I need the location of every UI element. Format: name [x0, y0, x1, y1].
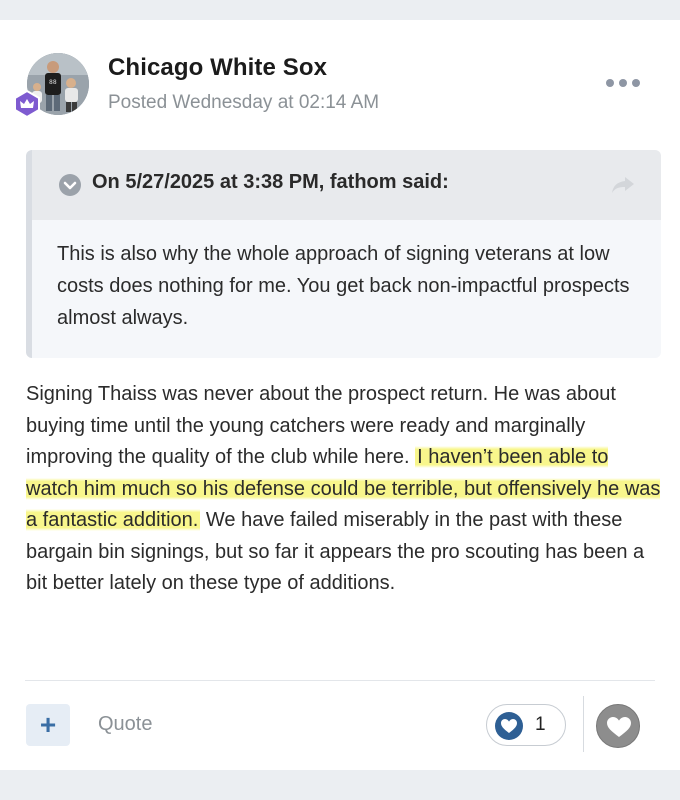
quote-block: On 5/27/2025 at 3:38 PM, fathom said: Th… — [26, 150, 661, 358]
svg-text:88: 88 — [49, 79, 57, 86]
more-options-icon[interactable] — [606, 75, 640, 91]
multiquote-add-button[interactable]: + — [26, 704, 70, 746]
reaction-summary[interactable]: 1 — [486, 704, 566, 746]
post-timestamp[interactable]: Posted Wednesday at 02:14 AM — [108, 92, 379, 114]
chevron-down-icon[interactable] — [59, 174, 81, 196]
reaction-separator — [583, 696, 584, 752]
quote-header: On 5/27/2025 at 3:38 PM, fathom said: — [32, 150, 661, 220]
share-arrow-icon[interactable] — [610, 175, 636, 195]
reaction-count: 1 — [535, 714, 546, 735]
post-body: Signing Thaiss was never about the prosp… — [26, 379, 666, 600]
author-name[interactable]: Chicago White Sox — [108, 54, 327, 82]
quote-citation[interactable]: On 5/27/2025 at 3:38 PM, fathom said: — [92, 171, 449, 194]
post-card: 88 Chicago White Sox Posted Wednesday at… — [0, 20, 680, 770]
footer-divider — [25, 680, 655, 681]
post-header: 88 Chicago White Sox Posted Wednesday at… — [0, 20, 680, 140]
react-heart-button[interactable] — [596, 704, 640, 748]
heart-icon — [607, 717, 631, 737]
quote-text: This is also why the whole approach of s… — [57, 243, 630, 329]
crown-badge-icon — [14, 90, 40, 118]
quote-button[interactable]: Quote — [98, 713, 152, 736]
like-heart-icon — [495, 712, 523, 740]
